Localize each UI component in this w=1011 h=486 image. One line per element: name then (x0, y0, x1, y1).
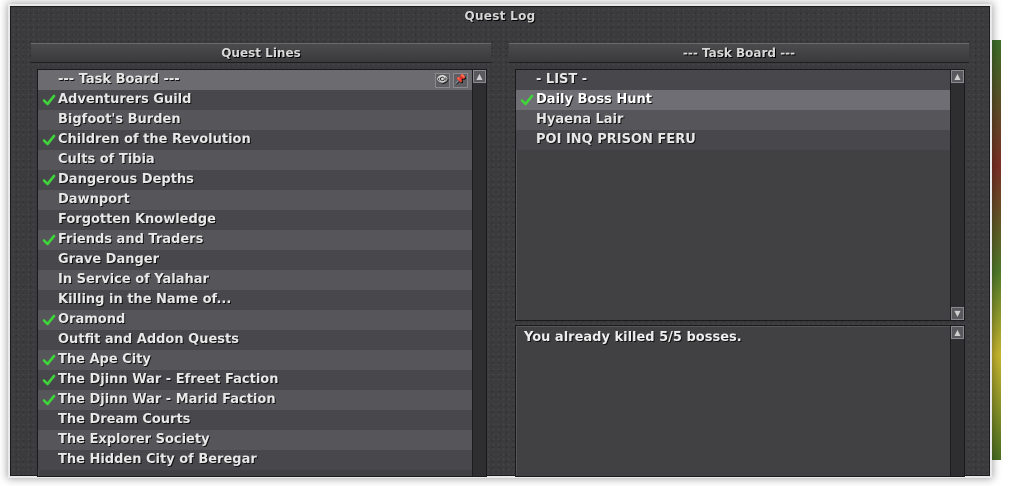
quest-line-label: In Service of Yalahar (58, 272, 209, 287)
quest-lines-list: --- Task Board --- 👁 📌 Adventurers Guild… (38, 70, 472, 476)
quest-line-label: Cults of Tibia (58, 152, 155, 167)
quest-line-item[interactable]: Dawnport (38, 190, 472, 210)
quest-line-item[interactable]: Dangerous Depths (38, 170, 472, 190)
quest-line-label: Dangerous Depths (58, 172, 194, 187)
quest-lines-panel: --- Task Board --- 👁 📌 Adventurers Guild… (37, 69, 487, 477)
task-detail-scrollbar[interactable]: ▲ (950, 326, 964, 476)
checkmark-icon (42, 374, 56, 386)
quest-line-item[interactable]: Adventurers Guild (38, 90, 472, 110)
quest-line-label: The Djinn War - Marid Faction (58, 392, 276, 407)
quest-line-item[interactable]: Forgotten Knowledge (38, 210, 472, 230)
quest-line-item[interactable]: The Dream Courts (38, 410, 472, 430)
quest-lines-header: Quest Lines (31, 43, 491, 63)
quest-line-task-board[interactable]: --- Task Board --- 👁 📌 (38, 70, 472, 90)
task-list-header: - LIST - (516, 70, 950, 90)
task-board-scrollbar[interactable]: ▲ ▼ (950, 70, 964, 320)
quest-line-label: Oramond (58, 312, 126, 327)
quest-line-label: Bigfoot's Burden (58, 112, 181, 127)
quest-line-item[interactable]: Grave Danger (38, 250, 472, 270)
checkmark-icon (42, 134, 56, 146)
arrow-down-icon[interactable]: ▼ (951, 307, 964, 320)
task-board-list: - LIST - Daily Boss Hunt Hyaena Lair POI I… (516, 70, 950, 320)
checkmark-icon (42, 94, 56, 106)
quest-line-item[interactable]: Outfit and Addon Quests (38, 330, 472, 350)
quest-line-item[interactable]: Cults of Tibia (38, 150, 472, 170)
quest-line-label: The Djinn War - Efreet Faction (58, 372, 279, 387)
task-label: POI INQ PRISON FERU (536, 132, 696, 147)
checkmark-icon (42, 234, 56, 246)
checkmark-icon (42, 394, 56, 406)
pin-icon[interactable]: 📌 (453, 73, 468, 88)
task-label: Daily Boss Hunt (536, 92, 652, 107)
quest-line-item[interactable]: Killing in the Name of... (38, 290, 472, 310)
list-header-label: - LIST - (536, 72, 588, 87)
quest-line-item[interactable]: Bigfoot's Burden (38, 110, 472, 130)
background-scenery (989, 40, 1001, 460)
quest-line-label: Adventurers Guild (58, 92, 192, 107)
arrow-up-icon[interactable]: ▲ (951, 326, 964, 339)
task-board-list-panel: - LIST - Daily Boss Hunt Hyaena Lair POI I… (515, 69, 965, 321)
quest-line-item[interactable]: In Service of Yalahar (38, 270, 472, 290)
quest-line-label: Children of the Revolution (58, 132, 251, 147)
quest-line-item[interactable]: Oramond (38, 310, 472, 330)
quest-line-item[interactable]: The Djinn War - Efreet Faction (38, 370, 472, 390)
task-board-label: --- Task Board --- (58, 72, 180, 87)
quest-line-label: Dawnport (58, 192, 130, 207)
row-tools: 👁 📌 (435, 73, 468, 88)
checkmark-icon (42, 354, 56, 366)
quest-line-label: Grave Danger (58, 252, 160, 267)
quest-lines-scrollbar[interactable]: ▲ (472, 70, 486, 476)
quest-line-label: Forgotten Knowledge (58, 212, 216, 227)
task-item[interactable]: Hyaena Lair (516, 110, 950, 130)
eye-icon[interactable]: 👁 (435, 73, 450, 88)
task-item[interactable]: Daily Boss Hunt (516, 90, 950, 110)
task-board-header: --- Task Board --- (509, 43, 969, 63)
task-detail-text: You already killed 5/5 bosses. (524, 330, 742, 345)
quest-line-label: Outfit and Addon Quests (58, 332, 239, 347)
quest-line-label: The Ape City (58, 352, 151, 367)
quest-line-item[interactable]: Children of the Revolution (38, 130, 472, 150)
task-detail-panel: You already killed 5/5 bosses. ▲ (515, 325, 965, 477)
quest-line-item[interactable]: Friends and Traders (38, 230, 472, 250)
quest-line-label: The Explorer Society (58, 432, 210, 447)
task-label: Hyaena Lair (536, 112, 624, 127)
quest-line-label: The Hidden City of Beregar (58, 452, 257, 467)
checkmark-icon (42, 174, 56, 186)
quest-line-label: Friends and Traders (58, 232, 204, 247)
quest-log-window: Quest Log Quest Lines --- Task Board ---… (10, 6, 990, 477)
quest-line-item[interactable]: The Explorer Society (38, 430, 472, 450)
quest-line-label: Killing in the Name of... (58, 292, 232, 307)
quest-line-item[interactable]: The Ape City (38, 350, 472, 370)
checkmark-icon (520, 94, 534, 106)
arrow-up-icon[interactable]: ▲ (473, 70, 486, 83)
arrow-up-icon[interactable]: ▲ (951, 70, 964, 83)
quest-line-item[interactable]: The Djinn War - Marid Faction (38, 390, 472, 410)
checkmark-icon (42, 314, 56, 326)
window-title: Quest Log (464, 9, 536, 23)
quest-line-item[interactable]: The Hidden City of Beregar (38, 450, 472, 470)
quest-line-label: The Dream Courts (58, 412, 191, 427)
task-item[interactable]: POI INQ PRISON FERU (516, 130, 950, 150)
